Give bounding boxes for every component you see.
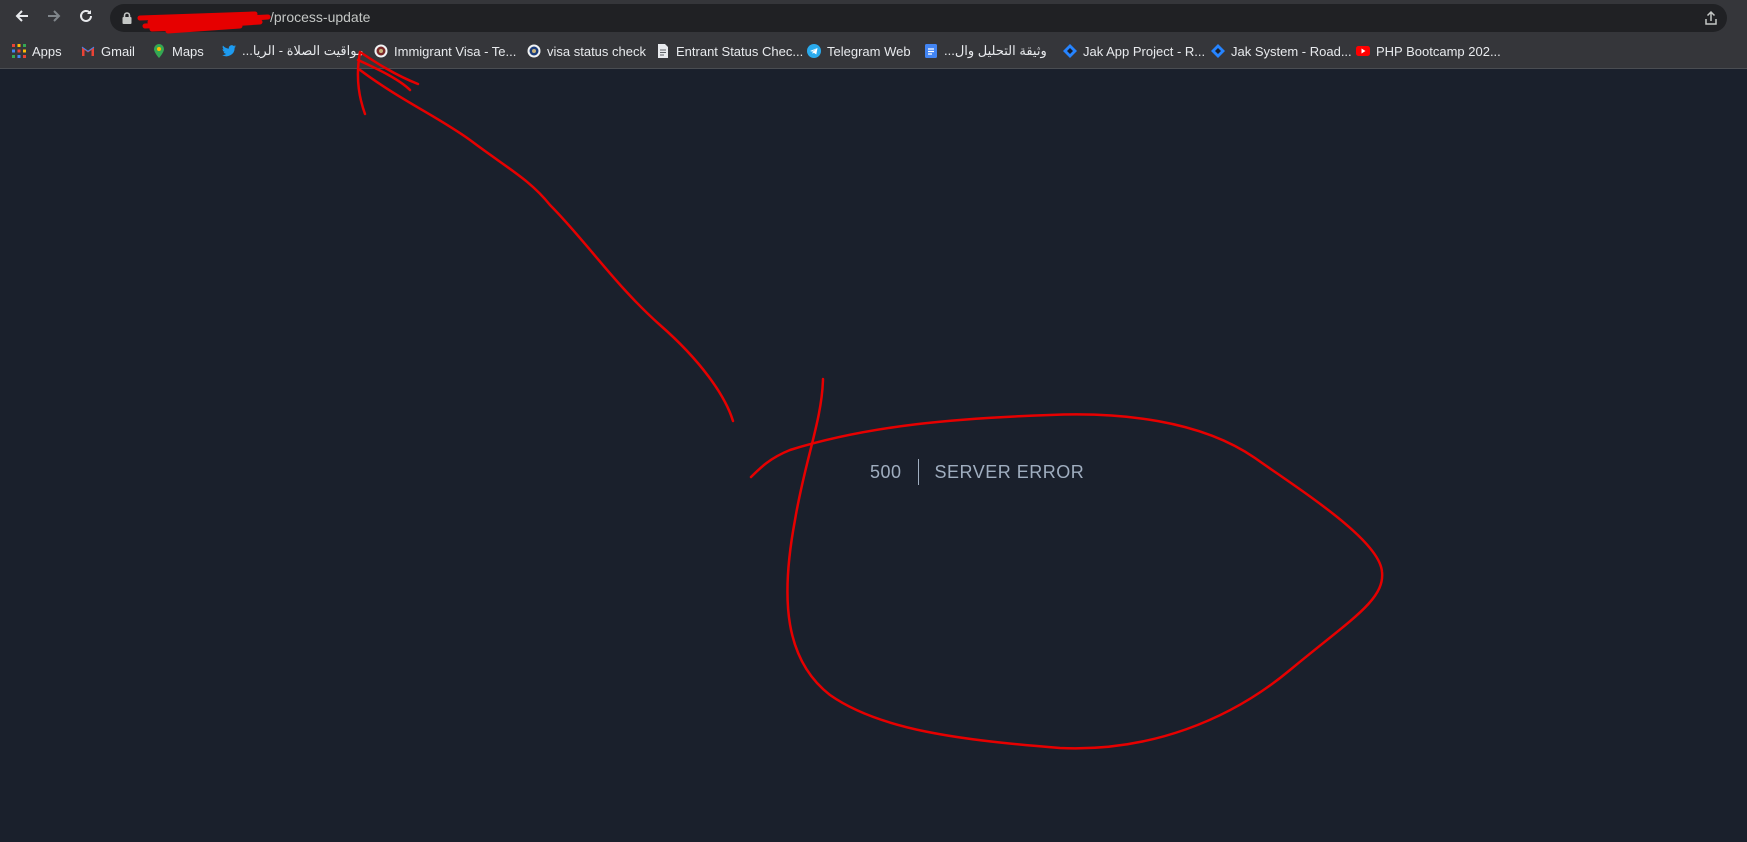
- bookmark-apps[interactable]: Apps: [12, 41, 62, 61]
- url-path: /process-update: [270, 9, 371, 25]
- lock-icon: [120, 11, 134, 25]
- bookmark-analysis-doc[interactable]: ...وثيقة التحليل وال: [924, 41, 1047, 61]
- jira-icon: [1063, 44, 1077, 58]
- error-text: SERVER ERROR: [934, 461, 1085, 482]
- bookmark-label: ...وثيقة التحليل وال: [944, 43, 1047, 58]
- document-icon: [656, 44, 670, 58]
- bookmark-label: Telegram Web: [827, 43, 911, 59]
- bookmark-label: Jak System - Road...: [1231, 43, 1352, 59]
- bookmark-label: Maps: [172, 43, 204, 59]
- error-code: 500: [870, 461, 902, 482]
- bookmark-jak-system[interactable]: Jak System - Road...: [1211, 41, 1352, 61]
- seal-icon: [527, 44, 541, 58]
- bookmark-label: ...مواقيت الصلاة - الريا: [242, 43, 364, 58]
- bookmark-label: Immigrant Visa - Te...: [394, 43, 517, 59]
- reload-button[interactable]: [74, 6, 98, 30]
- arrow-right-icon: [46, 8, 62, 29]
- gmail-icon: [81, 44, 95, 58]
- browser-window: /process-update Apps Gmail Maps ...مواقي…: [0, 0, 1747, 842]
- bookmark-label: Apps: [32, 43, 62, 59]
- address-bar[interactable]: /process-update: [110, 4, 1727, 32]
- maps-icon: [152, 44, 166, 58]
- bookmark-prayer-times[interactable]: ...مواقيت الصلاة - الريا: [222, 41, 364, 61]
- share-icon[interactable]: [1703, 10, 1719, 26]
- bookmark-visa-status[interactable]: visa status check: [527, 41, 646, 61]
- google-docs-icon: [924, 44, 938, 58]
- youtube-icon: [1356, 44, 1370, 58]
- jira-icon: [1211, 44, 1225, 58]
- bookmark-php-bootcamp[interactable]: PHP Bootcamp 202...: [1356, 41, 1501, 61]
- bookmark-telegram[interactable]: Telegram Web: [807, 41, 911, 61]
- arrow-left-icon: [14, 8, 30, 29]
- reload-icon: [78, 8, 94, 29]
- seal-icon: [374, 44, 388, 58]
- error-message: 500 SERVER ERROR: [870, 458, 1084, 486]
- bookmark-gmail[interactable]: Gmail: [81, 41, 135, 61]
- browser-toolbar: /process-update Apps Gmail Maps ...مواقي…: [0, 0, 1747, 69]
- bookmark-label: Entrant Status Chec...: [676, 43, 804, 59]
- telegram-icon: [807, 44, 821, 58]
- bookmark-entrant-status[interactable]: Entrant Status Chec...: [656, 41, 803, 61]
- forward-button[interactable]: [42, 6, 66, 30]
- twitter-icon: [222, 44, 236, 58]
- bookmark-maps[interactable]: Maps: [152, 41, 204, 61]
- navigation-row: /process-update: [0, 0, 1747, 36]
- bookmark-label: PHP Bootcamp 202...: [1376, 43, 1501, 59]
- page-content: [0, 69, 1747, 842]
- bookmark-label: visa status check: [547, 43, 646, 59]
- back-button[interactable]: [10, 6, 34, 30]
- bookmark-jak-app[interactable]: Jak App Project - R...: [1063, 41, 1205, 61]
- apps-grid-icon: [12, 44, 26, 58]
- bookmark-immigrant-visa[interactable]: Immigrant Visa - Te...: [374, 41, 516, 61]
- bookmarks-bar: Apps Gmail Maps ...مواقيت الصلاة - الريا: [0, 38, 1747, 64]
- bookmark-label: Gmail: [101, 43, 135, 59]
- bookmark-label: Jak App Project - R...: [1083, 43, 1206, 59]
